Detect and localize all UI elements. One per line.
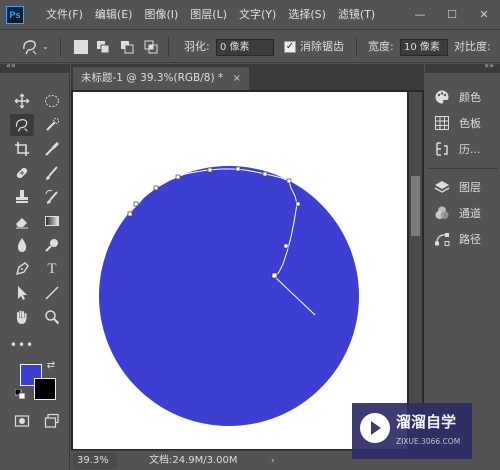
subtract-selection-icon[interactable] (120, 40, 134, 54)
close-tab-icon[interactable]: × (233, 67, 241, 90)
intersect-selection-icon[interactable] (144, 40, 158, 54)
pen-icon[interactable] (10, 258, 34, 280)
new-selection-icon[interactable] (74, 40, 88, 54)
move-icon[interactable] (10, 90, 34, 112)
tool-preset-picker[interactable] (18, 36, 42, 58)
antialias-label: 消除锯齿 (300, 40, 344, 53)
magnetic-lasso-icon (23, 40, 37, 55)
color-palette-icon (433, 88, 451, 106)
close-button[interactable]: ✕ (468, 0, 500, 30)
panel-collapse-strip[interactable]: »» (425, 61, 500, 73)
width-input[interactable]: 10 像素 (400, 39, 448, 56)
panel-swatches[interactable]: 色板 (433, 112, 499, 134)
antialias-checkbox[interactable]: ✓ (284, 41, 296, 53)
panel-swatches-label: 色板 (459, 117, 481, 130)
panel-channels[interactable]: 通道 (433, 202, 499, 224)
hand-icon[interactable] (10, 306, 34, 328)
more-tools-icon[interactable]: ••• (10, 334, 34, 356)
panel-paths-label: 路径 (459, 233, 481, 246)
brush-icon[interactable] (40, 162, 64, 184)
toolbar-collapse-strip[interactable]: «« (0, 61, 70, 73)
menu-filter[interactable]: 滤镜(T) (332, 0, 381, 30)
feather-input[interactable]: 0 像素 (216, 39, 274, 56)
magnetic-lasso-icon[interactable] (10, 114, 34, 136)
document-tab-title: 未标题-1 @ 39.3%(RGB/8) * (81, 72, 224, 84)
menu-select[interactable]: 选择(S) (282, 0, 332, 30)
path-selection-icon[interactable] (10, 282, 34, 304)
panel-color[interactable]: 颜色 (433, 86, 499, 108)
menu-file[interactable]: 文件(F) (40, 0, 89, 30)
menu-bar: 文件(F) 编辑(E) 图像(I) 图层(L) 文字(Y) 选择(S) 滤镜(T… (40, 0, 381, 30)
watermark-logo (360, 413, 390, 443)
document-tab-bar: 未标题-1 @ 39.3%(RGB/8) * × (71, 64, 424, 90)
menu-image[interactable]: 图像(I) (138, 0, 184, 30)
title-bar: Ps 文件(F) 编辑(E) 图像(I) 图层(L) 文字(Y) 选择(S) 滤… (0, 0, 500, 30)
zoom-icon[interactable] (40, 306, 64, 328)
feather-label: 羽化: (184, 40, 210, 53)
gradient-icon[interactable] (40, 210, 64, 232)
quick-mask-icon[interactable] (10, 410, 34, 432)
quick-selection-icon[interactable] (40, 114, 64, 136)
history-icon (433, 140, 451, 158)
menu-layer[interactable]: 图层(L) (184, 0, 233, 30)
line-icon[interactable] (40, 282, 64, 304)
width-label: 宽度: (368, 40, 394, 53)
type-icon[interactable]: T (40, 258, 64, 280)
dodge-icon[interactable] (40, 234, 64, 256)
minimize-button[interactable]: — (404, 0, 436, 30)
clone-stamp-icon[interactable] (10, 186, 34, 208)
healing-brush-icon[interactable] (10, 162, 34, 184)
chevron-down-icon[interactable]: ⌄ (42, 31, 49, 63)
panel-layers[interactable]: 图层 (433, 176, 499, 198)
panel-history[interactable]: 历... (433, 138, 499, 160)
paths-icon (433, 230, 451, 248)
photoshop-logo: Ps (6, 6, 24, 24)
canvas-artwork (99, 166, 359, 426)
panel-channels-label: 通道 (459, 207, 481, 220)
scrollbar-thumb[interactable] (411, 176, 420, 236)
canvas[interactable] (73, 92, 407, 449)
watermark-title: 溜溜自学 (396, 413, 457, 431)
zoom-level[interactable]: 39.3% (73, 453, 117, 469)
menu-type[interactable]: 文字(Y) (233, 0, 282, 30)
blur-icon[interactable] (10, 234, 34, 256)
options-bar: ⌄ 羽化: 0 像素 ✓ 消除锯齿 宽度: 10 像素 对比度: (0, 31, 500, 63)
vertical-scrollbar[interactable] (409, 92, 422, 449)
swap-colors-icon[interactable]: ⇄ (44, 358, 58, 372)
document-tab[interactable]: 未标题-1 @ 39.3%(RGB/8) * × (73, 67, 249, 90)
panel-color-label: 颜色 (459, 91, 481, 104)
contrast-label: 对比度: (454, 40, 491, 53)
eyedropper-icon[interactable] (40, 138, 64, 160)
document-info[interactable]: 文档:24.9M/3.00M (149, 451, 238, 470)
window-controls: — ☐ ✕ (404, 0, 500, 30)
panel-layers-label: 图层 (459, 181, 481, 194)
maximize-button[interactable]: ☐ (436, 0, 468, 30)
panel-history-label: 历... (459, 143, 481, 156)
history-brush-icon[interactable] (40, 186, 64, 208)
panel-paths[interactable]: 路径 (433, 228, 499, 250)
tools-panel: T ••• ⇄ (0, 74, 70, 470)
ellipse-marquee-icon[interactable] (40, 90, 64, 112)
channels-icon (433, 204, 451, 222)
status-menu-arrow[interactable]: › (271, 451, 275, 470)
watermark: 溜溜自学 ZIXUE.3066.COM (352, 403, 472, 459)
menu-edit[interactable]: 编辑(E) (89, 0, 139, 30)
eraser-icon[interactable] (10, 210, 34, 232)
background-color-swatch[interactable] (34, 378, 56, 400)
crop-icon[interactable] (10, 138, 34, 160)
add-selection-icon[interactable] (96, 40, 110, 54)
screen-mode-icon[interactable] (40, 410, 64, 432)
layers-icon (433, 178, 451, 196)
swatches-grid-icon (433, 114, 451, 132)
watermark-subtitle: ZIXUE.3066.COM (396, 437, 461, 446)
default-colors-icon[interactable] (14, 388, 26, 400)
